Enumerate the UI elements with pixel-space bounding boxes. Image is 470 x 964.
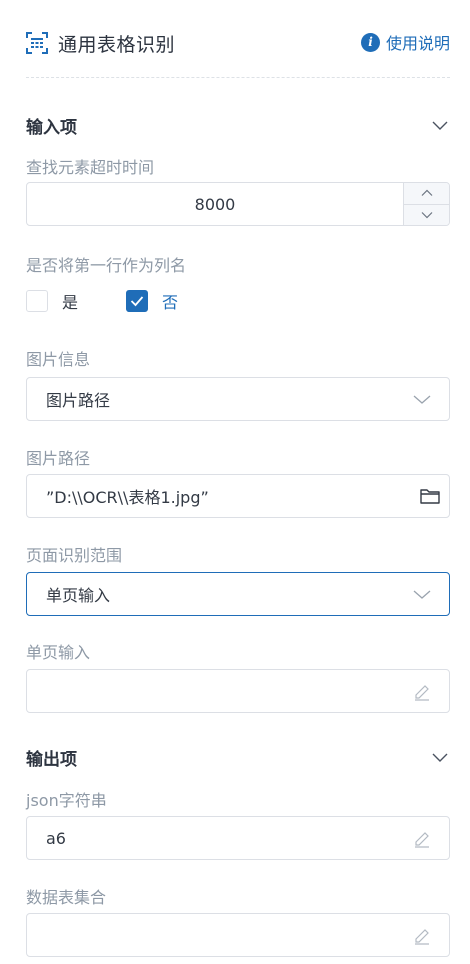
first-row-label: 是否将第一行作为列名 [26, 256, 187, 275]
first-row-options: 是 否 [26, 289, 178, 313]
edit-pencil-icon[interactable] [411, 827, 433, 849]
dataset-input[interactable] [26, 913, 450, 957]
help-label: 使用说明 [385, 34, 450, 53]
json-string-label: json字符串 [26, 791, 107, 810]
page-range-value: 单页输入 [46, 586, 111, 605]
chevron-up-icon [421, 189, 432, 197]
chevron-down-icon[interactable] [430, 747, 450, 767]
checkbox-box-checked[interactable] [126, 290, 149, 312]
chevron-down-icon [421, 211, 432, 219]
table-scan-icon [26, 32, 48, 54]
page-range-label: 页面识别范围 [26, 546, 123, 565]
info-icon: i [360, 32, 380, 52]
output-section-header[interactable]: 输出项 [26, 744, 450, 770]
option-no-label[interactable]: 否 [162, 289, 178, 313]
dataset-label: 数据表集合 [26, 888, 107, 907]
panel-header: 通用表格识别 i 使用说明 [26, 28, 450, 58]
image-info-label: 图片信息 [26, 350, 91, 369]
timeout-stepper[interactable] [403, 183, 449, 225]
chevron-down-icon[interactable] [430, 115, 450, 135]
check-icon [130, 296, 144, 307]
image-path-value[interactable]: ”D:\\OCR\\表格1.jpg” [27, 484, 419, 508]
timeout-label: 查找元素超时时间 [26, 158, 155, 177]
input-section-title: 输入项 [26, 117, 77, 138]
edit-pencil-icon[interactable] [411, 924, 433, 946]
single-page-input[interactable] [26, 669, 450, 713]
header-divider [26, 77, 450, 78]
page-range-select[interactable]: 单页输入 [26, 572, 450, 616]
folder-icon[interactable] [419, 485, 441, 507]
input-section-header[interactable]: 输入项 [26, 112, 450, 138]
option-no-checkbox[interactable]: 否 [126, 289, 178, 313]
image-path-input[interactable]: ”D:\\OCR\\表格1.jpg” [26, 474, 450, 518]
image-info-value: 图片路径 [46, 391, 111, 410]
page-title: 通用表格识别 [58, 33, 176, 56]
timeout-value[interactable]: 8000 [27, 195, 403, 214]
chevron-down-icon[interactable] [411, 583, 433, 605]
json-string-value[interactable]: a6 [27, 829, 411, 848]
json-string-input[interactable]: a6 [26, 816, 450, 860]
image-info-select[interactable]: 图片路径 [26, 377, 450, 421]
image-path-label: 图片路径 [26, 449, 91, 468]
checkbox-box[interactable] [26, 290, 48, 312]
output-section-title: 输出项 [26, 749, 77, 770]
timeout-number-input[interactable]: 8000 [26, 182, 450, 226]
chevron-down-icon[interactable] [411, 388, 433, 410]
help-link[interactable]: i 使用说明 [360, 30, 450, 54]
option-yes-label[interactable]: 是 [62, 289, 78, 313]
increment-button[interactable] [404, 183, 449, 205]
decrement-button[interactable] [404, 204, 449, 225]
option-yes-checkbox[interactable]: 是 [26, 289, 78, 313]
single-page-label: 单页输入 [26, 643, 91, 662]
edit-pencil-icon[interactable] [411, 680, 433, 702]
